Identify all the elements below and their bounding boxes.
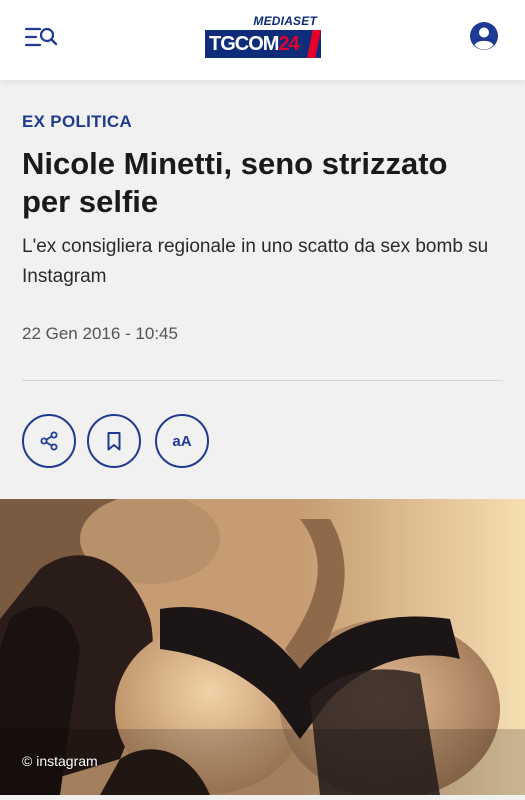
bottom-spacer — [0, 795, 525, 800]
logo-main-text: TGCOM — [209, 33, 279, 55]
share-icon — [40, 431, 58, 451]
article-category[interactable]: EX POLITICA — [22, 112, 132, 132]
bookmark-icon — [107, 432, 121, 451]
top-header: MEDIASET TGCOM24 — [0, 0, 525, 80]
logo-box: TGCOM24 — [205, 30, 321, 58]
share-button[interactable] — [22, 414, 76, 468]
divider — [22, 380, 503, 381]
tgcom24-logo[interactable]: MEDIASET TGCOM24 — [205, 14, 321, 60]
font-size-button[interactable]: aA — [155, 414, 209, 468]
photo-credit: © instagram — [22, 753, 98, 769]
menu-search-button[interactable] — [24, 24, 60, 52]
user-icon — [470, 22, 498, 50]
menu-search-icon — [24, 27, 58, 47]
article-photo — [0, 499, 525, 795]
font-size-label: aA — [172, 432, 192, 450]
logo-number-text: 24 — [278, 33, 299, 55]
photo-image — [0, 499, 525, 795]
article-date: 22 Gen 2016 - 10:45 — [22, 324, 178, 343]
article-title: Nicole Minetti, seno strizzato per selfi… — [22, 146, 448, 219]
logo-mediaset-text: MEDIASET — [253, 14, 317, 28]
user-account-button[interactable] — [468, 20, 500, 52]
bookmark-button[interactable] — [87, 414, 141, 468]
article-subtitle: L'ex consigliera regionale in uno scatto… — [22, 236, 489, 287]
